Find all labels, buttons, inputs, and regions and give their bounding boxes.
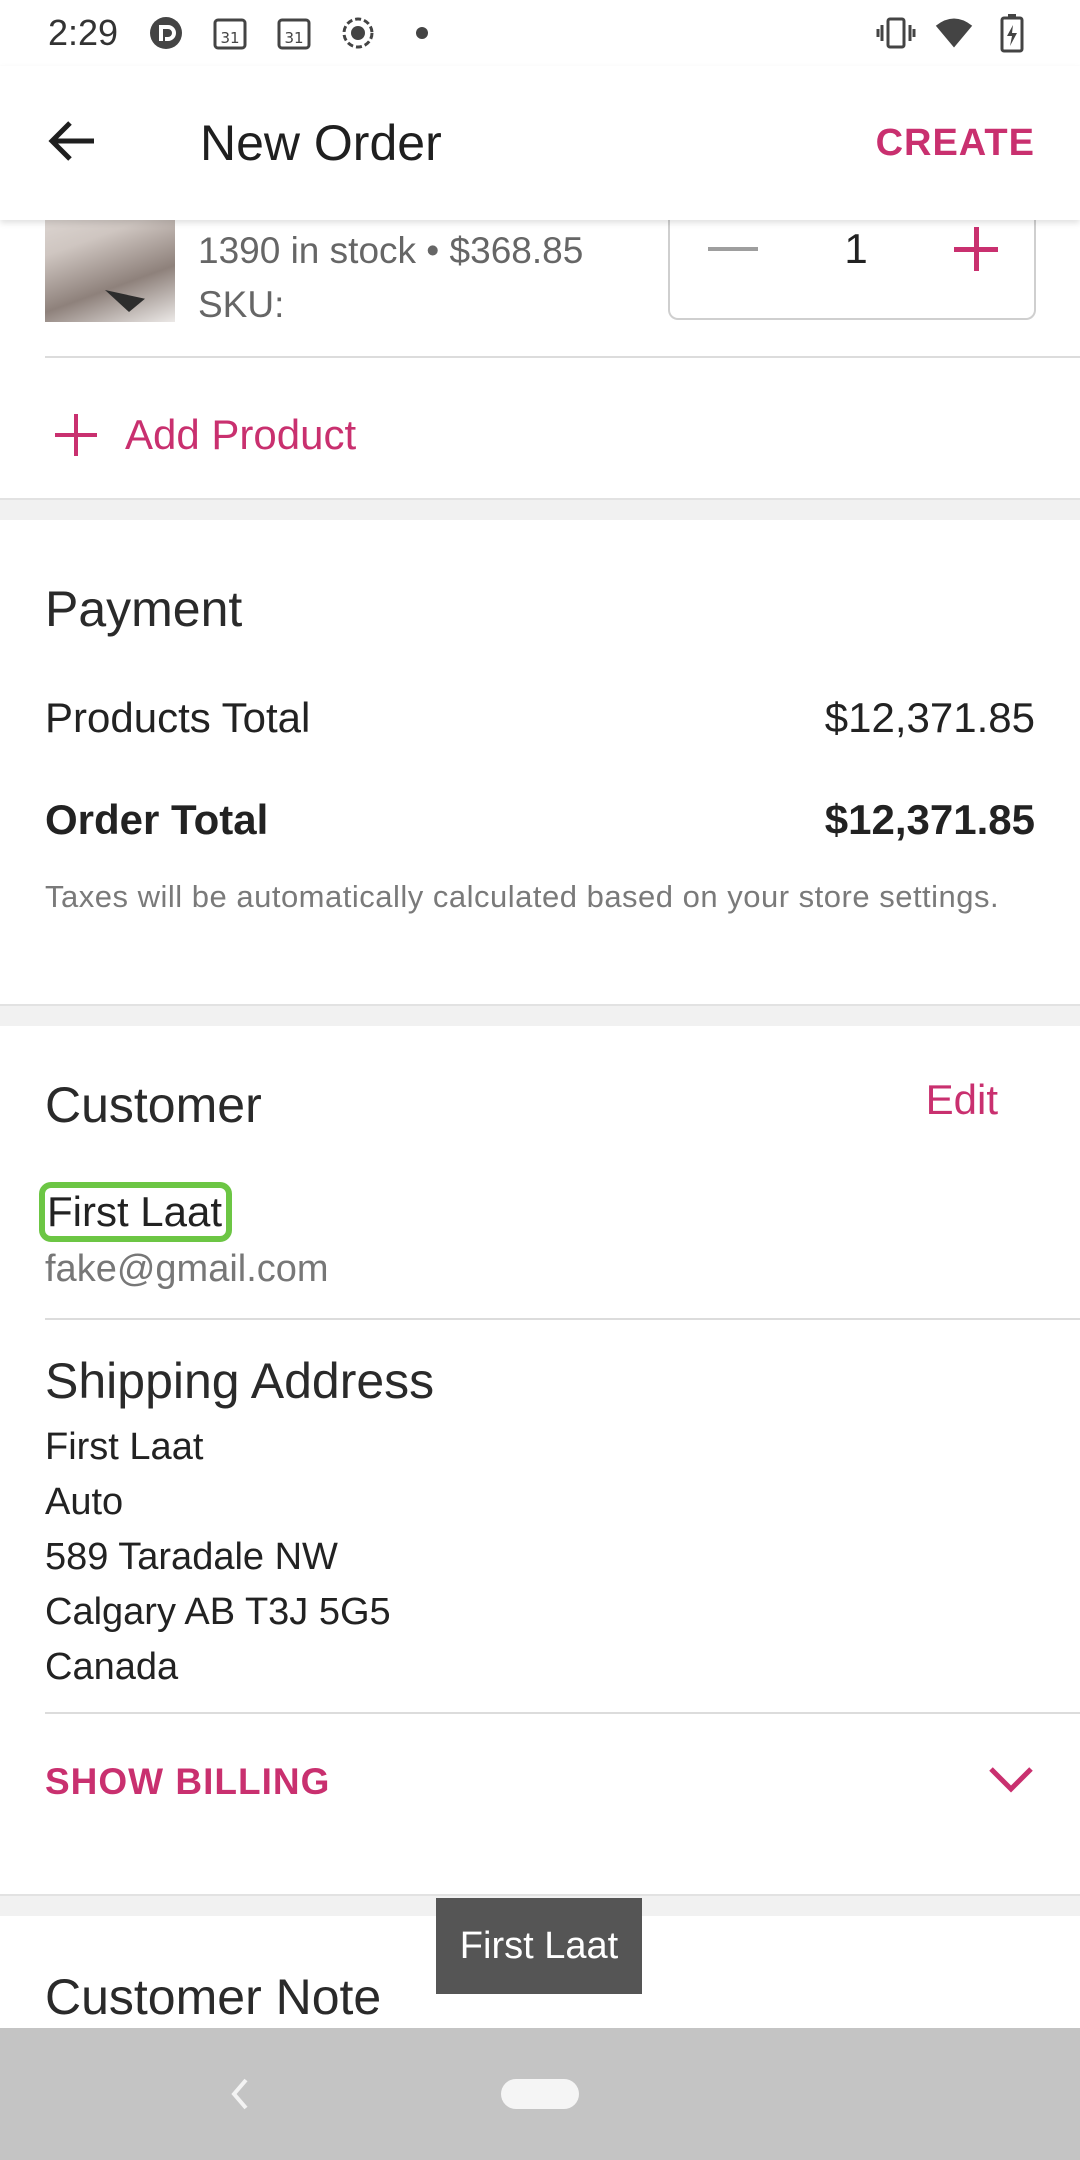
arrow-back-icon <box>48 119 96 168</box>
tax-note: Taxes will be automatically calculated b… <box>45 879 1000 914</box>
add-product-button[interactable]: Add Product <box>55 390 356 480</box>
products-total-value: $12,371.85 <box>824 694 1035 741</box>
increase-quantity-button[interactable] <box>953 227 998 271</box>
order-form[interactable]: 1390 in stock • $368.85 SKU: 1 Add Produ… <box>0 220 1080 2028</box>
customer-note-title: Customer Note <box>45 1969 382 2025</box>
add-product-label: Add Product <box>125 411 357 458</box>
address-line: Auto <box>45 1481 124 1523</box>
back-button[interactable] <box>0 66 150 220</box>
status-bar: 2:29 31 31 <box>0 0 1080 66</box>
status-icons-left: 31 31 <box>146 13 442 53</box>
quantity-value[interactable]: 1 <box>844 225 867 273</box>
shipping-address-title: Shipping Address <box>45 1353 435 1409</box>
show-billing-toggle[interactable]: SHOW BILLING <box>45 1732 1035 1832</box>
divider <box>45 1318 1080 1320</box>
divider <box>45 1712 1080 1714</box>
address-line: Canada <box>45 1646 179 1688</box>
edit-customer-button[interactable]: Edit <box>926 1076 998 1124</box>
calendar-icon: 31 <box>210 13 250 53</box>
status-icons-right <box>876 13 1032 53</box>
section-separator <box>0 498 1080 520</box>
show-billing-label: SHOW BILLING <box>45 1761 331 1802</box>
shipping-address: First Laat Auto 589 Taradale NW Calgary … <box>45 1420 391 1695</box>
products-total-row: Products Total $12,371.85 <box>45 694 1035 742</box>
customer-title: Customer <box>45 1077 262 1133</box>
section-separator <box>0 1004 1080 1026</box>
svg-text:31: 31 <box>221 29 240 47</box>
payment-title: Payment <box>45 581 243 637</box>
product-meta: 1390 in stock • $368.85 SKU: <box>198 224 583 332</box>
address-line: Calgary AB T3J 5G5 <box>45 1591 391 1633</box>
create-button[interactable]: CREATE <box>876 122 1035 165</box>
svg-text:31: 31 <box>285 29 304 47</box>
wifi-icon <box>934 13 974 53</box>
status-time: 2:29 <box>48 12 119 53</box>
address-line: First Laat <box>45 1426 204 1468</box>
toast-message: First Laat <box>436 1898 642 1994</box>
battery-charging-icon <box>992 13 1032 53</box>
product-stock-price: 1390 in stock • $368.85 <box>198 230 584 271</box>
nav-home-pill[interactable] <box>501 2079 579 2109</box>
product-row: 1390 in stock • $368.85 SKU: 1 <box>0 220 1080 376</box>
product-thumbnail <box>45 220 175 322</box>
product-sku: SKU: <box>198 284 285 325</box>
address-line: 589 Taradale NW <box>45 1536 338 1578</box>
chevron-down-icon <box>987 1765 1035 1800</box>
decrease-quantity-button[interactable] <box>708 247 758 251</box>
navigation-bar <box>0 2028 1080 2160</box>
order-total-label: Order Total <box>45 796 269 843</box>
pocket-casts-icon <box>146 13 186 53</box>
vibrate-icon <box>876 13 916 53</box>
calendar-icon: 31 <box>274 13 314 53</box>
divider <box>45 356 1080 358</box>
order-total-value: $12,371.85 <box>824 796 1035 843</box>
nav-back-icon[interactable] <box>228 2076 252 2112</box>
dot-icon <box>402 13 442 53</box>
products-total-label: Products Total <box>45 694 311 741</box>
order-total-row: Order Total $12,371.85 <box>45 796 1035 844</box>
quantity-stepper: 1 <box>668 220 1036 320</box>
screen-record-icon <box>338 13 378 53</box>
page-title: New Order <box>200 115 442 171</box>
customer-email: fake@gmail.com <box>45 1248 329 1290</box>
customer-name[interactable]: First Laat <box>38 1182 233 1242</box>
app-bar: New Order CREATE <box>0 66 1080 220</box>
plus-icon <box>55 414 97 456</box>
